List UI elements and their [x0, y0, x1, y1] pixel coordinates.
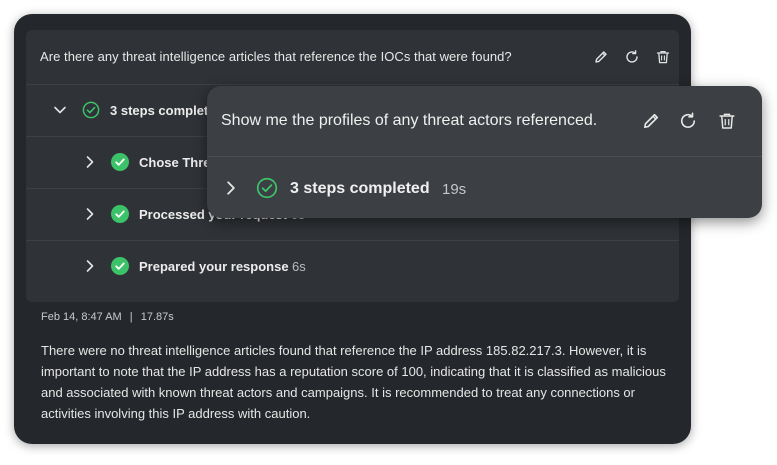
screenshot-stage: Are there any threat intelligence articl…	[0, 0, 777, 465]
delete-button[interactable]	[715, 109, 739, 133]
chevron-right-icon[interactable]	[83, 259, 97, 273]
response-duration: 17.87s	[140, 311, 174, 323]
retry-button[interactable]	[622, 47, 642, 67]
conversation-card: Are there any threat intelligence articl…	[14, 14, 691, 444]
floating-prompt-card: Show me the profiles of any threat actor…	[207, 86, 762, 218]
question-text: Show me the profiles of any threat actor…	[221, 112, 598, 129]
pencil-icon	[643, 113, 659, 129]
refresh-icon	[680, 112, 696, 128]
chevron-right-icon[interactable]	[223, 180, 239, 196]
check-circle-icon	[82, 101, 100, 119]
question-row: Are there any threat intelligence articl…	[26, 30, 679, 85]
check-circle-icon	[111, 257, 129, 275]
retry-button[interactable]	[676, 109, 700, 133]
step-row[interactable]: Prepared your response 6s	[26, 241, 679, 292]
question-row: Show me the profiles of any threat actor…	[207, 86, 762, 157]
steps-summary-time: 19s	[442, 181, 467, 198]
check-circle-icon	[111, 153, 129, 171]
step-label: Prepared your response	[139, 259, 289, 274]
delete-button[interactable]	[653, 47, 673, 67]
pencil-icon	[595, 51, 607, 63]
trash-icon	[656, 51, 670, 64]
chevron-right-icon[interactable]	[83, 207, 97, 221]
meta-separator: |	[129, 311, 133, 323]
steps-summary-label: 3 steps completed	[290, 180, 430, 197]
chevron-down-icon[interactable]	[53, 103, 67, 117]
question-text: Are there any threat intelligence articl…	[40, 49, 512, 64]
response-text: There were no threat intelligence articl…	[41, 343, 666, 421]
chevron-right-icon[interactable]	[83, 155, 97, 169]
check-circle-icon	[111, 205, 129, 223]
trash-icon	[719, 113, 735, 129]
check-circle-icon	[256, 177, 278, 199]
response-date: Feb 14, 8:47 AM	[41, 311, 122, 323]
edit-button[interactable]	[639, 109, 663, 133]
step-time: 6s	[292, 259, 306, 274]
response-meta: Feb 14, 8:47 AM | 17.87s	[41, 311, 174, 323]
refresh-icon	[626, 50, 638, 63]
edit-button[interactable]	[591, 47, 611, 67]
